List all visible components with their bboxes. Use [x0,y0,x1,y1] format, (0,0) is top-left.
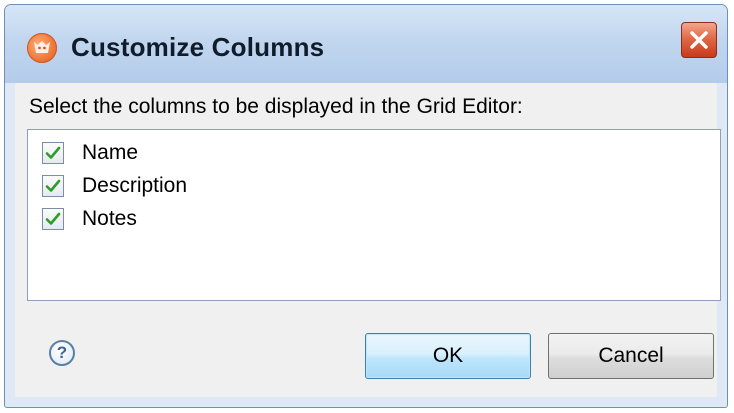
columns-list[interactable]: Name Description Notes [27,129,721,301]
checkmark-icon [45,212,61,225]
help-icon[interactable]: ? [49,340,75,366]
checkbox-notes[interactable] [42,208,64,230]
ok-button[interactable]: OK [365,333,531,379]
app-logo-icon [27,33,57,63]
window-title: Customize Columns [71,32,325,62]
dialog-body: Select the columns to be displayed in th… [15,83,721,397]
close-icon [690,31,708,49]
customize-columns-dialog: Customize Columns Select the columns to … [4,4,728,408]
column-label-notes: Notes [82,207,137,230]
list-item-notes[interactable]: Notes [42,206,137,232]
checkmark-icon [45,179,61,192]
checkmark-icon [45,146,61,159]
cancel-button[interactable]: Cancel [548,333,714,379]
title-bar[interactable]: Customize Columns [5,5,727,83]
close-button[interactable] [681,22,717,58]
instruction-text: Select the columns to be displayed in th… [29,95,523,118]
column-label-name: Name [82,141,139,164]
list-item-name[interactable]: Name [42,140,138,166]
list-item-description[interactable]: Description [42,173,187,199]
checkbox-description[interactable] [42,175,64,197]
checkbox-name[interactable] [42,142,64,164]
column-label-description: Description [82,174,188,197]
